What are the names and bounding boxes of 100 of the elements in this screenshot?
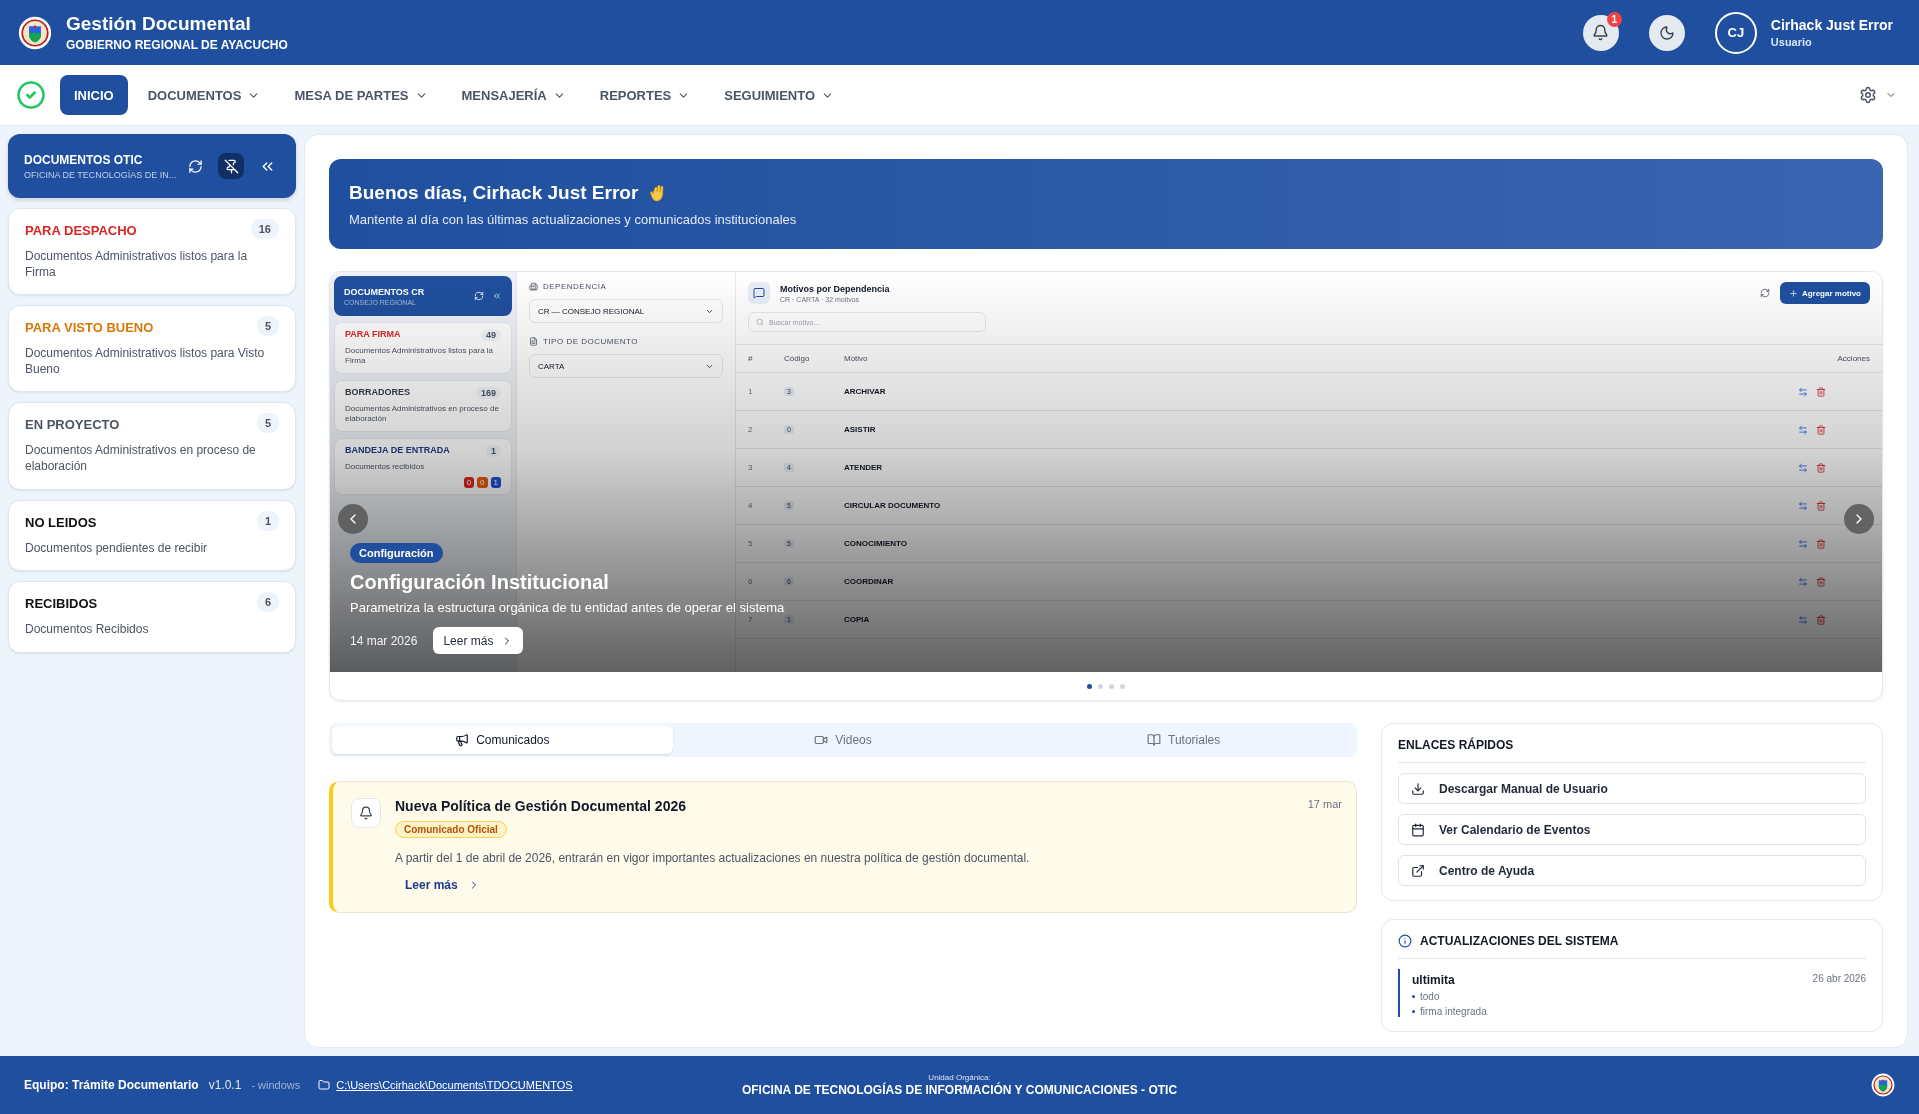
category-card[interactable]: PARA VISTO BUENO 5 Documentos Administrativos listos para Visto Bueno xyxy=(8,305,296,393)
nav-item[interactable]: MENSAJERÍA xyxy=(447,75,580,115)
swap-icon xyxy=(1798,500,1808,511)
nav-item[interactable]: DOCUMENTOS xyxy=(133,75,275,115)
column-header: Motivo xyxy=(844,354,869,363)
bullet xyxy=(1412,995,1415,998)
info-icon xyxy=(1398,934,1412,948)
moon-icon xyxy=(1658,24,1675,41)
emblem-logo xyxy=(1871,1073,1895,1097)
column-header: Código xyxy=(784,354,811,363)
download-icon xyxy=(1411,781,1425,796)
category-card[interactable]: EN PROYECTO 5 Documentos Administrativos en proceso de elaboración xyxy=(8,402,296,490)
category-description: Documentos Administrativos en proceso de elaboración xyxy=(345,403,500,425)
category-description: Documentos Administrativos en proceso de elaboración xyxy=(25,443,257,475)
category-description: Documentos Administrativos listos para Visto Bueno xyxy=(25,346,266,378)
table-cell-text: ASISTIR xyxy=(844,425,877,434)
category-card[interactable]: RECIBIDOS 6 Documentos Recibidos xyxy=(8,581,296,653)
swap-icon xyxy=(1798,386,1808,397)
bell-icon xyxy=(1592,24,1610,41)
unpin-button[interactable] xyxy=(218,153,244,179)
category-description: Documentos Administrativos listos para la Firma xyxy=(25,249,249,281)
category-card[interactable]: NO LEIDOS 1 Documentos pendientes de recibir xyxy=(8,499,296,572)
add-button[interactable]: Agregar motivo xyxy=(1779,282,1870,304)
quick-link[interactable]: Ver Calendario de Eventos xyxy=(1398,814,1866,845)
collapse-icon xyxy=(492,291,502,301)
category-card[interactable]: PARA DESPACHO 16 Documentos Administrativos listos para la Firma xyxy=(8,208,296,296)
announcement-tag: Comunicado Oficial xyxy=(395,821,507,838)
folder-path-link[interactable]: C:\Users\Ccirhack\Documents\TDOCUMENTOS xyxy=(318,1079,573,1091)
category-title: NO LEIDOS xyxy=(25,513,97,530)
carousel-dot[interactable] xyxy=(1120,683,1125,689)
count-badge: 6 xyxy=(256,592,279,613)
announcement-text: A partir del 1 de abril de 2026, entrarán en vigor importantes actualizaciones en nuestra política de gestión documental. xyxy=(395,851,1030,865)
refresh-icon xyxy=(1759,288,1770,298)
building-icon xyxy=(529,282,538,291)
category-tag: Configuración xyxy=(350,543,443,563)
category-title: BANDEJA DE ENTRADA xyxy=(345,444,450,455)
status-badge: 0 xyxy=(477,476,488,488)
tab[interactable]: Comunicados xyxy=(332,726,673,754)
table-cell-text: 3 xyxy=(748,463,754,472)
swap-icon xyxy=(1798,614,1808,625)
table-cell-text: CIRCULAR DOCUMENTO xyxy=(844,501,942,510)
category-title: EN PROYECTO xyxy=(25,416,120,433)
count-badge: 1 xyxy=(486,444,501,457)
status-badge: 0 xyxy=(463,476,475,488)
panel-title: ACTUALIZACIONES DEL SISTEMA xyxy=(1420,934,1619,948)
settings-icon xyxy=(1859,86,1877,104)
swap-icon xyxy=(1798,462,1808,473)
unpin-icon xyxy=(223,158,239,174)
table-cell-text: 1 xyxy=(748,387,754,396)
carousel-dot[interactable] xyxy=(1109,683,1114,689)
user-name: Cirhack Just Error xyxy=(1770,17,1893,33)
delete-icon xyxy=(1816,538,1826,549)
quick-link[interactable]: Descargar Manual de Usuario xyxy=(1398,773,1866,804)
emblem-logo xyxy=(18,15,52,50)
table-cell-text: COPIA xyxy=(844,615,871,624)
table-cell-text: ARCHIVAR xyxy=(844,387,887,396)
platform-label: - windows xyxy=(251,1079,301,1091)
carousel-dot[interactable] xyxy=(1087,683,1092,689)
megaphone-icon xyxy=(455,733,470,747)
update-date: 26 abr 2026 xyxy=(1812,973,1866,986)
tab[interactable]: Tutoriales xyxy=(1013,726,1354,754)
book-icon xyxy=(1147,733,1162,747)
app-subtitle: GOBIERNO REGIONAL DE AYACUCHO xyxy=(66,38,288,52)
user-avatar[interactable]: CJ xyxy=(1714,11,1757,54)
filter-label: TIPO DE DOCUMENTO xyxy=(543,337,639,346)
carousel-dot[interactable] xyxy=(1098,683,1103,689)
notifications-button[interactable]: 1 xyxy=(1582,14,1619,51)
update-item: firma integrada xyxy=(1420,1006,1487,1017)
table-cell-text: 7 xyxy=(748,615,754,624)
tab[interactable]: Videos xyxy=(672,726,1014,754)
swap-icon xyxy=(1798,538,1808,549)
app-title: Gestión Documental xyxy=(66,13,252,35)
table-cell-text: 4 xyxy=(748,501,754,510)
theme-button[interactable] xyxy=(1648,14,1685,51)
panel-title: DOCUMENTOS CR xyxy=(344,286,426,297)
table-cell-text: ATENDER xyxy=(844,463,884,472)
nav-item[interactable]: REPORTES xyxy=(585,75,705,115)
greeting-subtitle: Mantente al día con las últimas actualizaciones y comunicados institucionales xyxy=(349,211,798,227)
read-more-link[interactable]: Leer más xyxy=(395,872,490,898)
bullet xyxy=(1412,1010,1415,1013)
nav-item[interactable]: MESA DE PARTES xyxy=(280,75,442,115)
column-header: # xyxy=(748,354,754,363)
status-badge: 1 xyxy=(490,476,501,488)
delete-icon xyxy=(1816,386,1826,397)
table-cell-text: COORDINAR xyxy=(844,577,895,586)
category-title: PARA FIRMA xyxy=(345,329,401,339)
category-title: PARA DESPACHO xyxy=(25,222,137,238)
nav-item[interactable]: SEGUIMIENTO xyxy=(710,75,849,115)
read-more-button[interactable]: Leer más xyxy=(433,627,524,654)
table-cell-text: 2 xyxy=(748,425,754,434)
filter-label: DEPENDENCIA xyxy=(543,282,607,291)
unit-name: OFICINA DE TECNOLOGÍAS DE INFORMACIÓN Y COMUNICACIONES - OTIC xyxy=(741,1083,1178,1097)
refresh-icon xyxy=(474,291,484,301)
slide-date: 14 mar 2026 xyxy=(350,633,418,648)
delete-icon xyxy=(1816,614,1826,625)
bell-icon xyxy=(351,798,381,828)
video-camera-icon xyxy=(814,733,829,747)
nav-item[interactable]: INICIO xyxy=(60,75,128,115)
quick-link[interactable]: Centro de Ayuda xyxy=(1398,855,1866,886)
unit-label: Unidad Orgánica: xyxy=(928,1073,991,1082)
